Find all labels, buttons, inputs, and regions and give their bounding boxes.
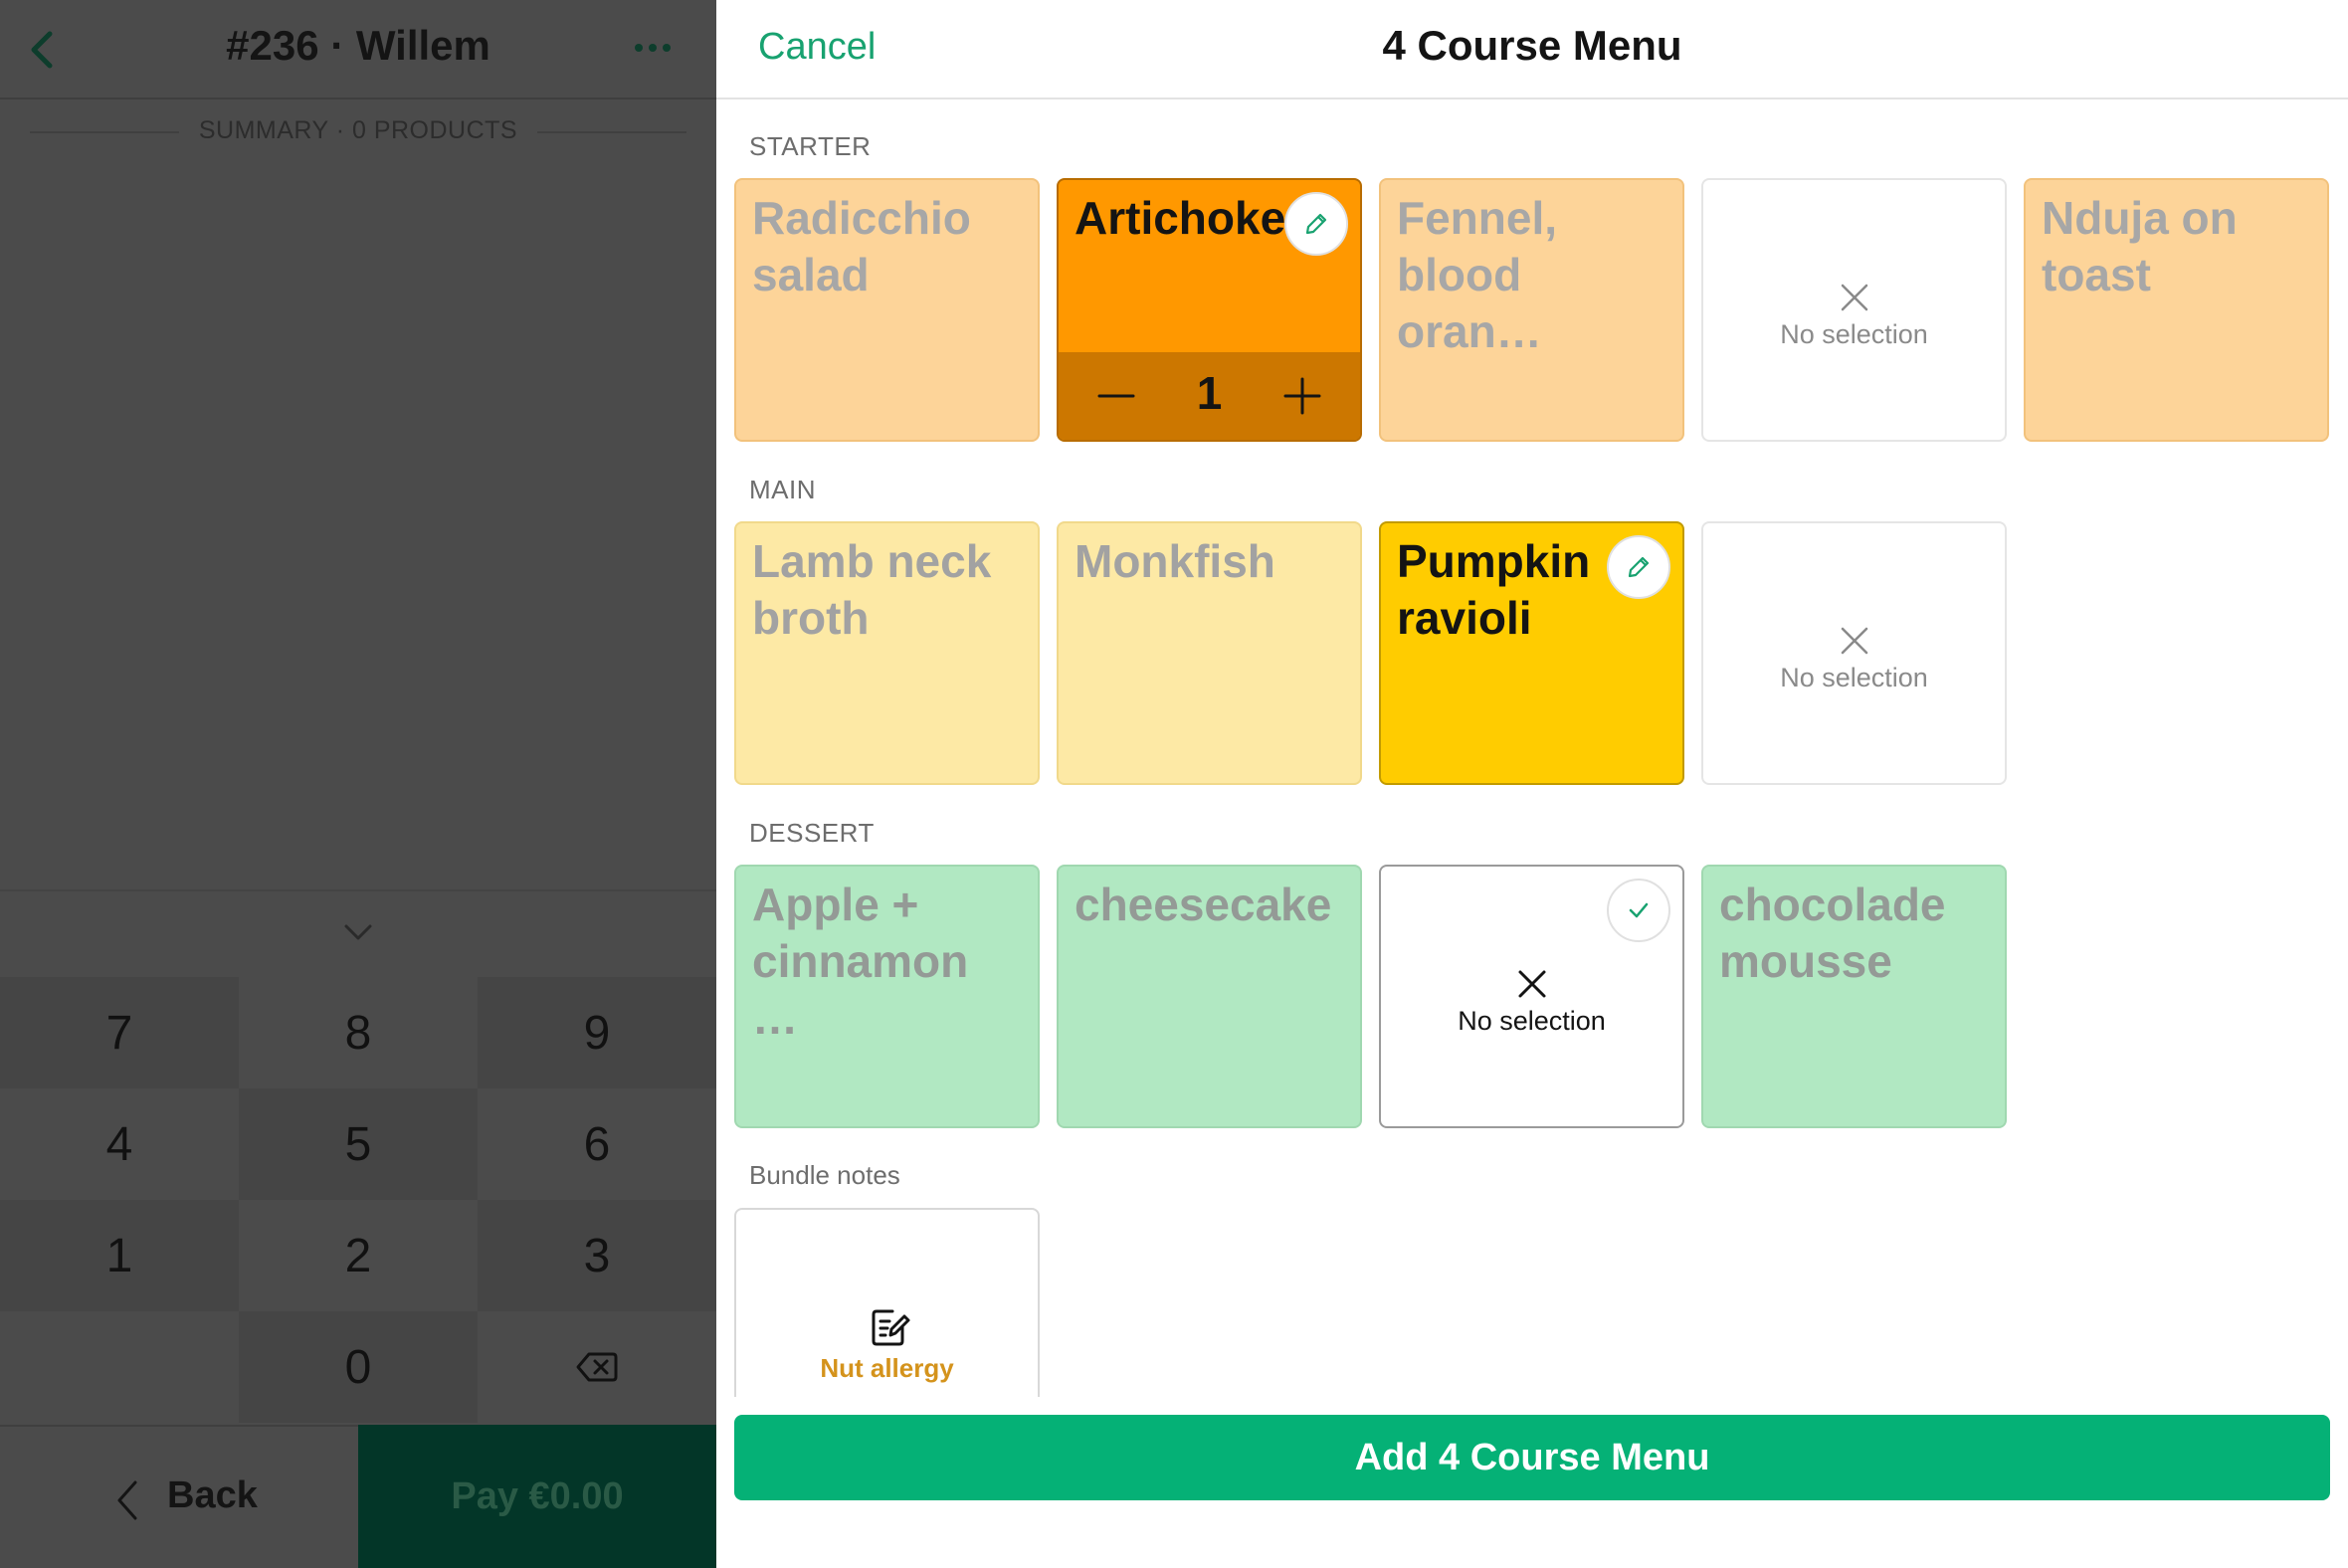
tile-no-selection-starter[interactable]: No selection bbox=[1701, 178, 2007, 442]
quantity-stepper: 1 bbox=[1059, 352, 1360, 440]
keypad-toggle[interactable] bbox=[0, 889, 716, 977]
cancel-button[interactable]: Cancel bbox=[758, 26, 876, 69]
tile-name: Monkfish bbox=[1075, 535, 1275, 587]
section-label-main: MAIN bbox=[749, 475, 816, 504]
tile-lamb-neck-broth[interactable]: Lamb neck broth bbox=[734, 521, 1040, 785]
tile-name: Lamb neck broth bbox=[752, 535, 992, 644]
tile-monkfish[interactable]: Monkfish bbox=[1057, 521, 1362, 785]
check-icon bbox=[1629, 902, 1649, 918]
tile-no-selection-main[interactable]: No selection bbox=[1701, 521, 2007, 785]
section-label-notes: Bundle notes bbox=[749, 1160, 900, 1190]
tile-chocolade-mousse[interactable]: chocolade mousse bbox=[1701, 865, 2007, 1128]
tile-name: Pumpkin ravioli bbox=[1397, 535, 1591, 644]
close-icon bbox=[1518, 970, 1546, 998]
key-9[interactable]: 9 bbox=[478, 977, 716, 1088]
backspace-key[interactable] bbox=[478, 1311, 716, 1423]
plus-icon[interactable] bbox=[1282, 376, 1322, 416]
tile-pumpkin-ravioli[interactable]: Pumpkin ravioli bbox=[1379, 521, 1684, 785]
pencil-icon bbox=[1628, 556, 1650, 578]
tile-name: Nduja on toast bbox=[2042, 192, 2238, 300]
back-button[interactable]: Back bbox=[0, 1425, 358, 1568]
back-label: Back bbox=[167, 1474, 258, 1516]
modal-title: 4 Course Menu bbox=[1382, 22, 1682, 69]
bundle-notes-tile[interactable]: Nut allergy bbox=[734, 1208, 1040, 1397]
tile-cheesecake[interactable]: cheesecake bbox=[1057, 865, 1362, 1128]
bundle-modal: 4 Course Menu Cancel STARTER Radicchio s… bbox=[716, 0, 2348, 1568]
add-bundle-button[interactable]: Add 4 Course Menu bbox=[734, 1415, 2330, 1500]
key-1[interactable]: 1 bbox=[0, 1200, 239, 1311]
numeric-keypad: 7 8 9 4 5 6 1 2 3 0 bbox=[0, 977, 716, 1425]
no-selection-label: No selection bbox=[1780, 663, 1928, 692]
tile-name: Fennel, blood oran… bbox=[1397, 192, 1558, 357]
order-footer: Back Pay €0.00 bbox=[0, 1425, 716, 1568]
key-5[interactable]: 5 bbox=[239, 1088, 478, 1200]
tile-artichokes[interactable]: Artichokes 1 bbox=[1057, 178, 1362, 442]
summary-divider: SUMMARY · 0 PRODUCTS bbox=[0, 114, 716, 150]
chevron-left-icon[interactable] bbox=[22, 28, 66, 72]
close-icon bbox=[1841, 627, 1868, 655]
key-4[interactable]: 4 bbox=[0, 1088, 239, 1200]
more-icon[interactable] bbox=[633, 36, 673, 60]
key-blank bbox=[0, 1311, 239, 1423]
close-icon bbox=[1841, 284, 1868, 311]
tile-name: Radicchio salad bbox=[752, 192, 971, 300]
key-2[interactable]: 2 bbox=[239, 1200, 478, 1311]
pencil-icon bbox=[1305, 213, 1327, 235]
pay-button[interactable]: Pay €0.00 bbox=[358, 1425, 716, 1568]
tile-name: chocolade mousse bbox=[1719, 879, 1946, 987]
key-7[interactable]: 7 bbox=[0, 977, 239, 1088]
chevron-down-icon bbox=[344, 924, 372, 940]
order-header: #236 · Willem bbox=[0, 0, 716, 99]
key-6[interactable]: 6 bbox=[478, 1088, 716, 1200]
section-label-dessert: DESSERT bbox=[749, 818, 875, 848]
edit-button[interactable] bbox=[1284, 192, 1348, 256]
no-selection-label: No selection bbox=[1458, 1006, 1606, 1036]
tile-name: Apple + cinnamon … bbox=[752, 879, 969, 1044]
pay-label: Pay €0.00 bbox=[451, 1474, 624, 1517]
key-3[interactable]: 3 bbox=[478, 1200, 716, 1311]
key-0[interactable]: 0 bbox=[239, 1311, 478, 1423]
edit-button[interactable] bbox=[1607, 535, 1670, 599]
add-bundle-label: Add 4 Course Menu bbox=[1354, 1436, 1710, 1478]
no-selection-label: No selection bbox=[1780, 319, 1928, 349]
section-label-starter: STARTER bbox=[749, 131, 872, 161]
selected-badge bbox=[1607, 879, 1670, 942]
backspace-icon bbox=[576, 1352, 618, 1382]
divider-line bbox=[537, 131, 686, 133]
chevron-left-icon bbox=[117, 1480, 137, 1520]
tile-fennel-blood-orange[interactable]: Fennel, blood oran… bbox=[1379, 178, 1684, 442]
note-text: Nut allergy bbox=[820, 1353, 954, 1383]
tile-no-selection-dessert[interactable]: No selection bbox=[1379, 865, 1684, 1128]
tile-nduja-on-toast[interactable]: Nduja on toast bbox=[2024, 178, 2329, 442]
modal-header: 4 Course Menu Cancel bbox=[716, 0, 2348, 99]
key-8[interactable]: 8 bbox=[239, 977, 478, 1088]
tile-name: cheesecake bbox=[1075, 879, 1332, 930]
order-title: #236 · Willem bbox=[226, 22, 490, 69]
order-panel: #236 · Willem SUMMARY · 0 PRODUCTS 7 8 9… bbox=[0, 0, 716, 1568]
note-edit-icon bbox=[872, 1309, 910, 1346]
tile-apple-cinnamon[interactable]: Apple + cinnamon … bbox=[734, 865, 1040, 1128]
tile-radicchio-salad[interactable]: Radicchio salad bbox=[734, 178, 1040, 442]
